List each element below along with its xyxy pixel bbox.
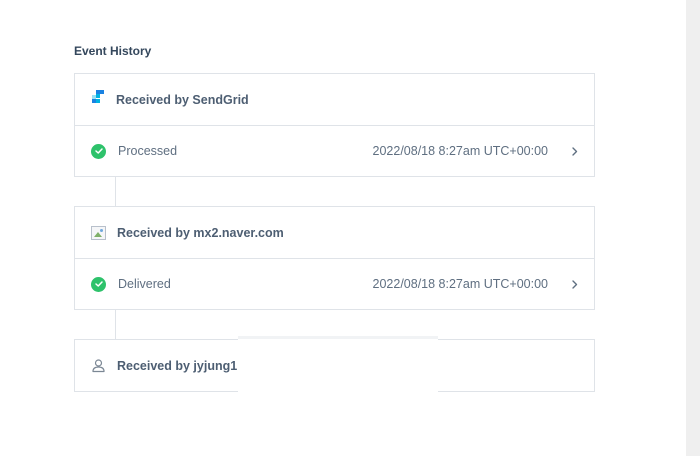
timeline-connector	[115, 309, 116, 339]
event-card-naver: Received by mx2.naver.com Delivered 2022…	[74, 206, 595, 310]
event-row-processed[interactable]: Processed 2022/08/18 8:27am UTC+00:00	[75, 125, 594, 176]
event-header-label: Received by SendGrid	[116, 92, 249, 107]
scrollbar-track[interactable]	[686, 0, 700, 456]
check-circle-icon	[91, 276, 106, 292]
chevron-right-icon[interactable]	[562, 272, 586, 296]
broken-image-icon	[91, 225, 106, 240]
check-circle-icon	[91, 143, 106, 159]
event-header-sendgrid: Received by SendGrid	[75, 74, 594, 125]
person-icon	[91, 358, 106, 373]
event-history-title: Event History	[74, 44, 152, 58]
event-header-label: Received by jyjung1	[117, 358, 238, 373]
chevron-right-icon[interactable]	[562, 139, 586, 163]
sendgrid-logo-icon	[91, 90, 105, 109]
timeline-connector	[115, 176, 116, 206]
redaction-overlay	[238, 336, 438, 394]
event-card-sendgrid: Received by SendGrid Processed 2022/08/1…	[74, 73, 595, 177]
event-status-label: Delivered	[118, 277, 171, 291]
event-timestamp: 2022/08/18 8:27am UTC+00:00	[372, 144, 548, 158]
event-header-label: Received by mx2.naver.com	[117, 225, 284, 240]
event-row-delivered[interactable]: Delivered 2022/08/18 8:27am UTC+00:00	[75, 258, 594, 309]
event-status-label: Processed	[118, 144, 178, 158]
event-timestamp: 2022/08/18 8:27am UTC+00:00	[372, 277, 548, 291]
event-header-naver: Received by mx2.naver.com	[75, 207, 594, 258]
